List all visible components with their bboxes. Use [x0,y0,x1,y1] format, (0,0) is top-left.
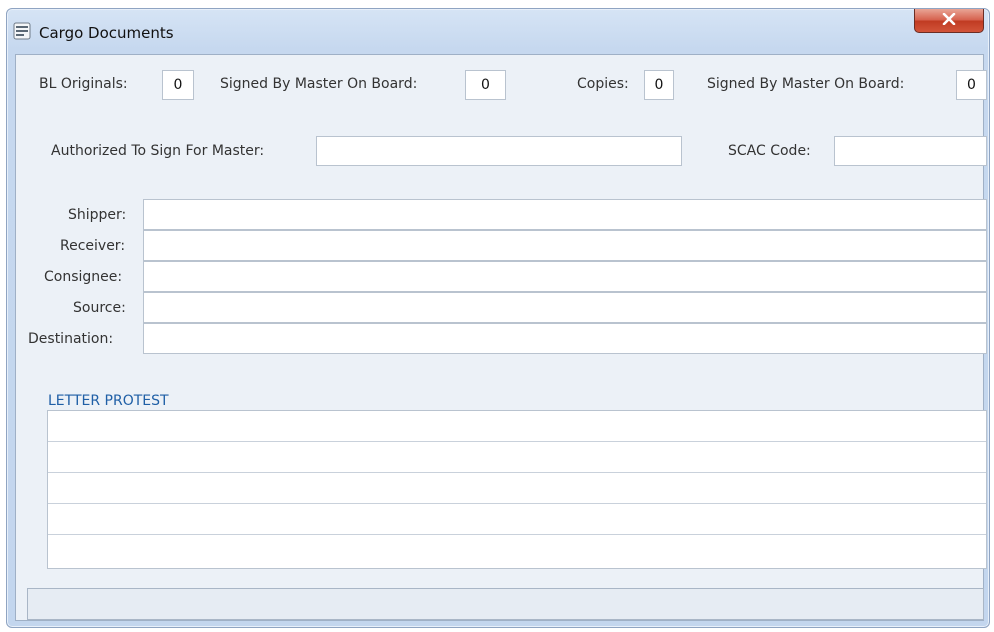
copies-field[interactable]: 0 [644,70,674,100]
scac-code-label: SCAC Code: [728,143,811,159]
status-bar [27,588,984,620]
signed-by-master-label-1: Signed By Master On Board: [220,76,418,92]
signed-by-master-label-2: Signed By Master On Board: [707,76,905,92]
authorized-to-sign-input[interactable] [316,136,682,166]
consignee-input[interactable] [143,261,987,292]
bl-originals-label: BL Originals: [39,76,128,92]
letter-protest-title: LETTER PROTEST [48,393,169,409]
letter-protest-row[interactable] [48,411,986,442]
form-panel: BL Originals: 0 Signed By Master On Boar… [15,54,987,621]
title-bar: Cargo Documents [7,9,989,47]
source-input[interactable] [143,292,987,323]
signed-by-master-field-2[interactable]: 0 [956,70,987,100]
receiver-input[interactable] [143,230,987,261]
document-icon [13,22,31,40]
close-icon [942,12,956,29]
destination-input[interactable] [143,323,987,354]
letter-protest-row[interactable] [48,504,986,535]
destination-label: Destination: [28,331,114,347]
source-label: Source: [73,300,126,316]
letter-protest-row[interactable] [48,473,986,504]
consignee-label: Consignee: [44,269,123,285]
signed-by-master-field-1[interactable]: 0 [465,70,506,100]
authorized-to-sign-label: Authorized To Sign For Master: [51,143,265,159]
close-button[interactable] [914,9,984,33]
shipper-label: Shipper: [68,207,127,223]
letter-protest-row[interactable] [48,535,986,566]
bl-originals-field[interactable]: 0 [162,70,194,100]
shipper-input[interactable] [143,199,987,230]
copies-label: Copies: [577,76,629,92]
cargo-documents-window: Cargo Documents BL Originals: 0 Signed B… [6,8,990,628]
letter-protest-grid [47,410,987,569]
window-title: Cargo Documents [39,24,174,42]
receiver-label: Receiver: [60,238,126,254]
scac-code-input[interactable] [834,136,987,166]
letter-protest-row[interactable] [48,442,986,473]
